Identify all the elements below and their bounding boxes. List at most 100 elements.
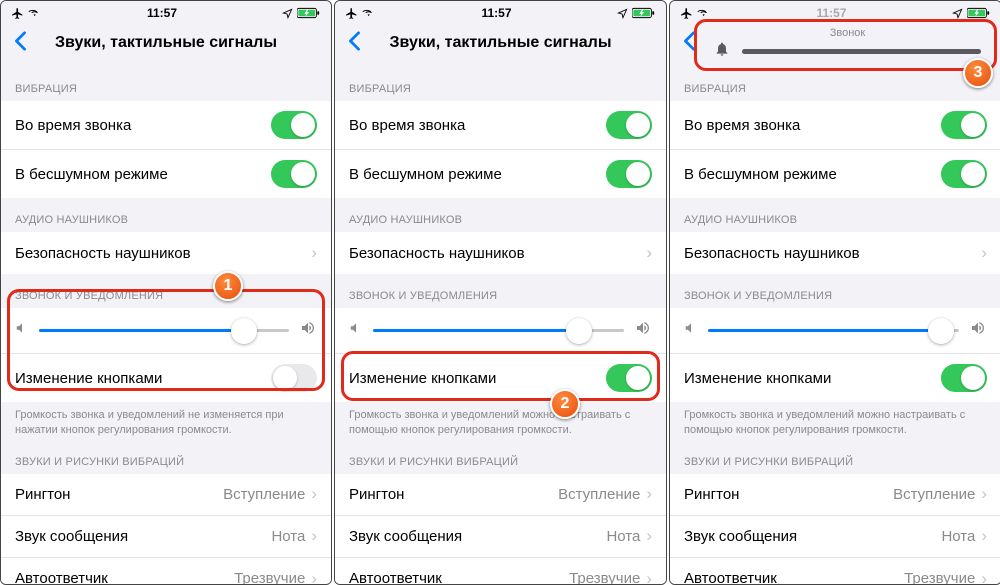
section-ringer: ЗВОНОК И УВЕДОМЛЕНИЯ (335, 274, 666, 308)
ringer-slider-row[interactable] (335, 308, 666, 354)
row-headphone-safety[interactable]: Безопасность наушников › (335, 232, 666, 274)
row-voicemail[interactable]: Автоответчик Трезвучие› (670, 558, 1000, 585)
row-vibrate-ring[interactable]: Во время звонка (670, 101, 1000, 150)
speaker-low-icon (15, 321, 29, 340)
back-button[interactable] (339, 31, 369, 56)
page-title: Звуки, тактильные сигналы (335, 34, 666, 52)
battery-icon (297, 7, 321, 19)
toggle-vibrate-ring[interactable] (941, 111, 987, 139)
row-text-tone[interactable]: Звук сообщения Нота› (670, 516, 1000, 558)
back-button[interactable] (5, 31, 35, 56)
section-sounds: ЗВУКИ И РИСУНКИ ВИБРАЦИЙ (670, 440, 1000, 474)
chevron-icon: › (311, 569, 317, 585)
volume-slider[interactable] (373, 329, 624, 332)
row-vibrate-silent[interactable]: В бесшумном режиме (670, 150, 1000, 198)
row-vibrate-silent[interactable]: В бесшумном режиме (1, 150, 331, 198)
toggle-vibrate-ring[interactable] (606, 111, 652, 139)
row-change-buttons[interactable]: Изменение кнопками (670, 354, 1000, 402)
airplane-icon (11, 7, 24, 20)
location-icon (282, 8, 293, 19)
airplane-icon (345, 7, 358, 20)
toggle-change-buttons[interactable] (271, 364, 317, 392)
row-vibrate-ring[interactable]: Во время звонка (335, 101, 666, 150)
location-icon (617, 8, 628, 19)
chevron-icon: › (311, 526, 317, 546)
speaker-high-icon (634, 320, 652, 341)
row-text-tone[interactable]: Звук сообщения Нота› (1, 516, 331, 558)
section-vibration: ВИБРАЦИЯ (670, 67, 1000, 101)
chevron-icon: › (646, 569, 652, 585)
hud-slider (742, 49, 981, 54)
section-headphone: АУДИО НАУШНИКОВ (1, 198, 331, 232)
section-sounds: ЗВУКИ И РИСУНКИ ВИБРАЦИЙ (1, 440, 331, 474)
row-ringtone[interactable]: Рингтон Вступление› (335, 474, 666, 516)
row-headphone-safety[interactable]: Безопасность наушников › (1, 232, 331, 274)
section-ringer: ЗВОНОК И УВЕДОМЛЕНИЯ (670, 274, 1000, 308)
row-change-buttons[interactable]: Изменение кнопками (1, 354, 331, 402)
ringer-slider-row[interactable] (1, 308, 331, 354)
chevron-icon: › (646, 526, 652, 546)
chevron-icon: › (311, 484, 317, 504)
bell-icon (714, 41, 730, 62)
nav-header: Звуки, тактильные сигналы (1, 23, 331, 67)
volume-slider[interactable] (39, 329, 289, 332)
row-voicemail[interactable]: Автоответчик Трезвучие› (1, 558, 331, 585)
chevron-icon: › (981, 484, 987, 504)
row-voicemail[interactable]: Автоответчик Трезвучие› (335, 558, 666, 585)
toggle-vibrate-silent[interactable] (271, 160, 317, 188)
screen-1: 11:57 Звуки, тактильные сигналы ВИБРАЦИЯ… (0, 0, 332, 585)
wifi-icon (362, 8, 376, 19)
chevron-icon: › (646, 484, 652, 504)
location-icon (952, 8, 963, 19)
volume-hud: Звонок (700, 23, 995, 67)
ringer-footer: Громкость звонка и уведомлений не изменя… (1, 402, 331, 440)
chevron-icon: › (981, 569, 987, 585)
ringer-footer: Громкость звонка и уведомлений можно нас… (335, 402, 666, 440)
section-vibration: ВИБРАЦИЯ (1, 67, 331, 101)
chevron-icon: › (646, 243, 652, 263)
ringer-footer: Громкость звонка и уведомлений можно нас… (670, 402, 1000, 440)
status-bar: 11:57 (670, 1, 1000, 23)
screen-2: 11:57 Звуки, тактильные сигналы ВИБРАЦИЯ… (334, 0, 667, 585)
status-time: 11:57 (481, 6, 511, 20)
section-headphone: АУДИО НАУШНИКОВ (335, 198, 666, 232)
chevron-icon: › (311, 243, 317, 263)
toggle-change-buttons[interactable] (606, 364, 652, 392)
battery-icon (632, 7, 656, 19)
status-time: 11:57 (147, 6, 177, 20)
ringer-slider-row[interactable] (670, 308, 1000, 354)
row-change-buttons[interactable]: Изменение кнопками (335, 354, 666, 402)
row-headphone-safety[interactable]: Безопасность наушников › (670, 232, 1000, 274)
toggle-change-buttons[interactable] (941, 364, 987, 392)
screen-3: 11:57 Звуки, тактильные сигналы Звонок В… (669, 0, 1000, 585)
toggle-vibrate-silent[interactable] (606, 160, 652, 188)
wifi-icon (697, 8, 711, 19)
row-vibrate-silent[interactable]: В бесшумном режиме (335, 150, 666, 198)
toggle-vibrate-silent[interactable] (941, 160, 987, 188)
chevron-icon: › (981, 526, 987, 546)
status-bar: 11:57 (335, 1, 666, 23)
section-sounds: ЗВУКИ И РИСУНКИ ВИБРАЦИЙ (335, 440, 666, 474)
section-vibration: ВИБРАЦИЯ (335, 67, 666, 101)
status-time: 11:57 (816, 6, 846, 20)
speaker-low-icon (349, 321, 363, 340)
chevron-icon: › (981, 243, 987, 263)
row-text-tone[interactable]: Звук сообщения Нота› (335, 516, 666, 558)
status-bar: 11:57 (1, 1, 331, 23)
page-title: Звуки, тактильные сигналы (1, 34, 331, 52)
wifi-icon (28, 8, 42, 19)
battery-icon (967, 7, 991, 19)
row-vibrate-ring[interactable]: Во время звонка (1, 101, 331, 150)
section-ringer: ЗВОНОК И УВЕДОМЛЕНИЯ (1, 274, 331, 308)
row-ringtone[interactable]: Рингтон Вступление› (1, 474, 331, 516)
hud-title: Звонок (700, 27, 995, 39)
row-ringtone[interactable]: Рингтон Вступление› (670, 474, 1000, 516)
section-headphone: АУДИО НАУШНИКОВ (670, 198, 1000, 232)
speaker-high-icon (299, 320, 317, 341)
volume-slider[interactable] (708, 329, 959, 332)
airplane-icon (680, 7, 693, 20)
speaker-high-icon (969, 320, 987, 341)
toggle-vibrate-ring[interactable] (271, 111, 317, 139)
nav-header: Звуки, тактильные сигналы (335, 23, 666, 67)
speaker-low-icon (684, 321, 698, 340)
